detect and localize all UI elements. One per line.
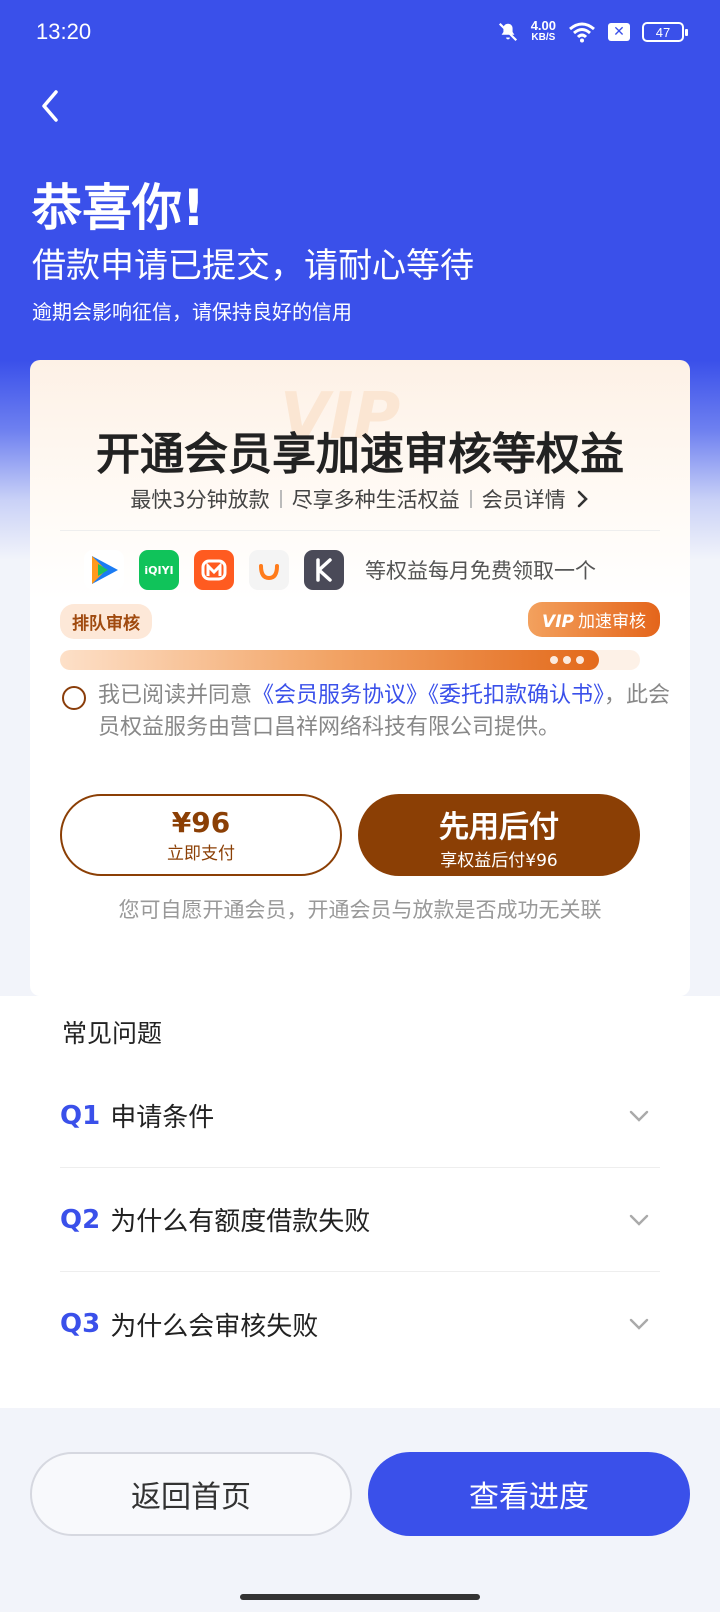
pay-now-button[interactable]: ¥96 立即支付 <box>60 794 342 876</box>
mango-tv-icon <box>194 550 234 590</box>
back-chevron-icon[interactable] <box>34 86 70 126</box>
didi-icon <box>249 550 289 590</box>
iqiyi-icon: iQIYI <box>139 550 179 590</box>
faq-item-2[interactable]: Q2 为什么有额度借款失败 <box>60 1168 660 1272</box>
faq-q-number: Q1 <box>60 1100 101 1131</box>
bottom-action-bar: 返回首页 查看进度 <box>0 1408 720 1612</box>
divider <box>60 530 660 531</box>
faq-question: 为什么会审核失败 <box>110 1311 319 1342</box>
perk-fast-loan: 最快3分钟放款 <box>130 488 270 512</box>
pay-later-sub: 享权益后付¥96 <box>440 851 558 871</box>
kuaishou-k-icon <box>304 550 344 590</box>
faq-item-3[interactable]: Q3 为什么会审核失败 <box>60 1272 660 1376</box>
chevron-down-icon[interactable] <box>628 1213 650 1227</box>
net-speed-value: 4.00 <box>530 18 556 33</box>
net-speed: 4.00 KB/S <box>530 18 556 44</box>
vip-label: VIP <box>542 612 574 632</box>
tencent-video-icon <box>84 550 124 590</box>
faq-q-number: Q3 <box>60 1309 101 1339</box>
chevron-right-icon[interactable] <box>576 489 590 509</box>
credit-note: 逾期会影响征信，请保持良好的信用 <box>32 300 352 324</box>
membership-disclaimer: 您可自愿开通会员，开通会员与放款是否成功无关联 <box>118 898 602 922</box>
chevron-down-icon[interactable] <box>628 1109 650 1123</box>
agreement-checkbox[interactable] <box>62 686 86 710</box>
fast-review-label: 加速审核 <box>578 612 646 632</box>
service-agreement-link[interactable]: 《会员服务协议》 <box>252 683 428 708</box>
faq-section: 常见问题 Q1 申请条件 Q2 为什么有额度借款失败 Q3 为什么会审核失败 <box>0 996 720 1408</box>
bell-muted-icon <box>498 22 517 42</box>
queue-review-tag: 排队审核 <box>60 604 152 639</box>
notification-x-icon: ✕ <box>608 23 630 41</box>
faq-question: 为什么有额度借款失败 <box>110 1207 371 1237</box>
view-progress-button[interactable]: 查看进度 <box>368 1452 690 1536</box>
agreement-text: 我已阅读并同意《会员服务协议》《委托扣款确认书》，此会员权益服务由营口昌祥网络科… <box>98 680 678 744</box>
member-details-link[interactable]: 会员详情 <box>482 484 566 514</box>
benefits-note: 等权益每月免费领取一个 <box>365 559 596 583</box>
progress-fill <box>60 650 600 670</box>
pay-now-label: 立即支付 <box>167 844 235 864</box>
back-home-button[interactable]: 返回首页 <box>30 1452 352 1536</box>
faq-item-1[interactable]: Q1 申请条件 <box>60 1064 660 1168</box>
pay-later-button[interactable]: 先用后付 享权益后付¥96 <box>358 794 640 876</box>
pay-price: ¥96 <box>171 806 231 839</box>
membership-perks: 最快3分钟放款 尽享多种生活权益 会员详情 <box>30 484 690 514</box>
membership-title: 开通会员享加速审核等权益 <box>96 429 624 480</box>
benefit-app-icons: iQIYI 等权益每月免费领取一个 <box>84 550 596 590</box>
progress-dots <box>550 656 584 664</box>
page-subtitle: 借款申请已提交，请耐心等待 <box>32 246 474 286</box>
agreement-prefix: 我已阅读并同意 <box>98 683 253 708</box>
status-time: 13:20 <box>36 19 92 44</box>
membership-card: VIP 开通会员享加速审核等权益 最快3分钟放款 尽享多种生活权益 会员详情 i… <box>30 360 690 996</box>
perk-life-benefits: 尽享多种生活权益 <box>291 488 460 512</box>
perk-divider <box>279 490 282 508</box>
home-indicator[interactable] <box>240 1594 480 1600</box>
perk-divider <box>469 490 472 508</box>
wifi-icon <box>569 22 595 43</box>
faq-title: 常见问题 <box>62 1019 163 1048</box>
vip-fast-review-tag: VIP 加速审核 <box>528 602 660 637</box>
net-speed-unit: KB/S <box>531 32 556 43</box>
pay-later-label: 先用后付 <box>439 810 559 845</box>
debit-confirmation-link[interactable]: 《委托扣款确认书》 <box>428 683 604 708</box>
page-title: 恭喜你! <box>32 179 205 237</box>
faq-question: 申请条件 <box>110 1103 215 1133</box>
battery-indicator: 47 <box>642 22 688 42</box>
status-bar: 13:20 4.00 KB/S ✕ 47 <box>0 0 720 64</box>
chevron-down-icon[interactable] <box>628 1317 650 1331</box>
faq-q-number: Q2 <box>60 1204 101 1235</box>
